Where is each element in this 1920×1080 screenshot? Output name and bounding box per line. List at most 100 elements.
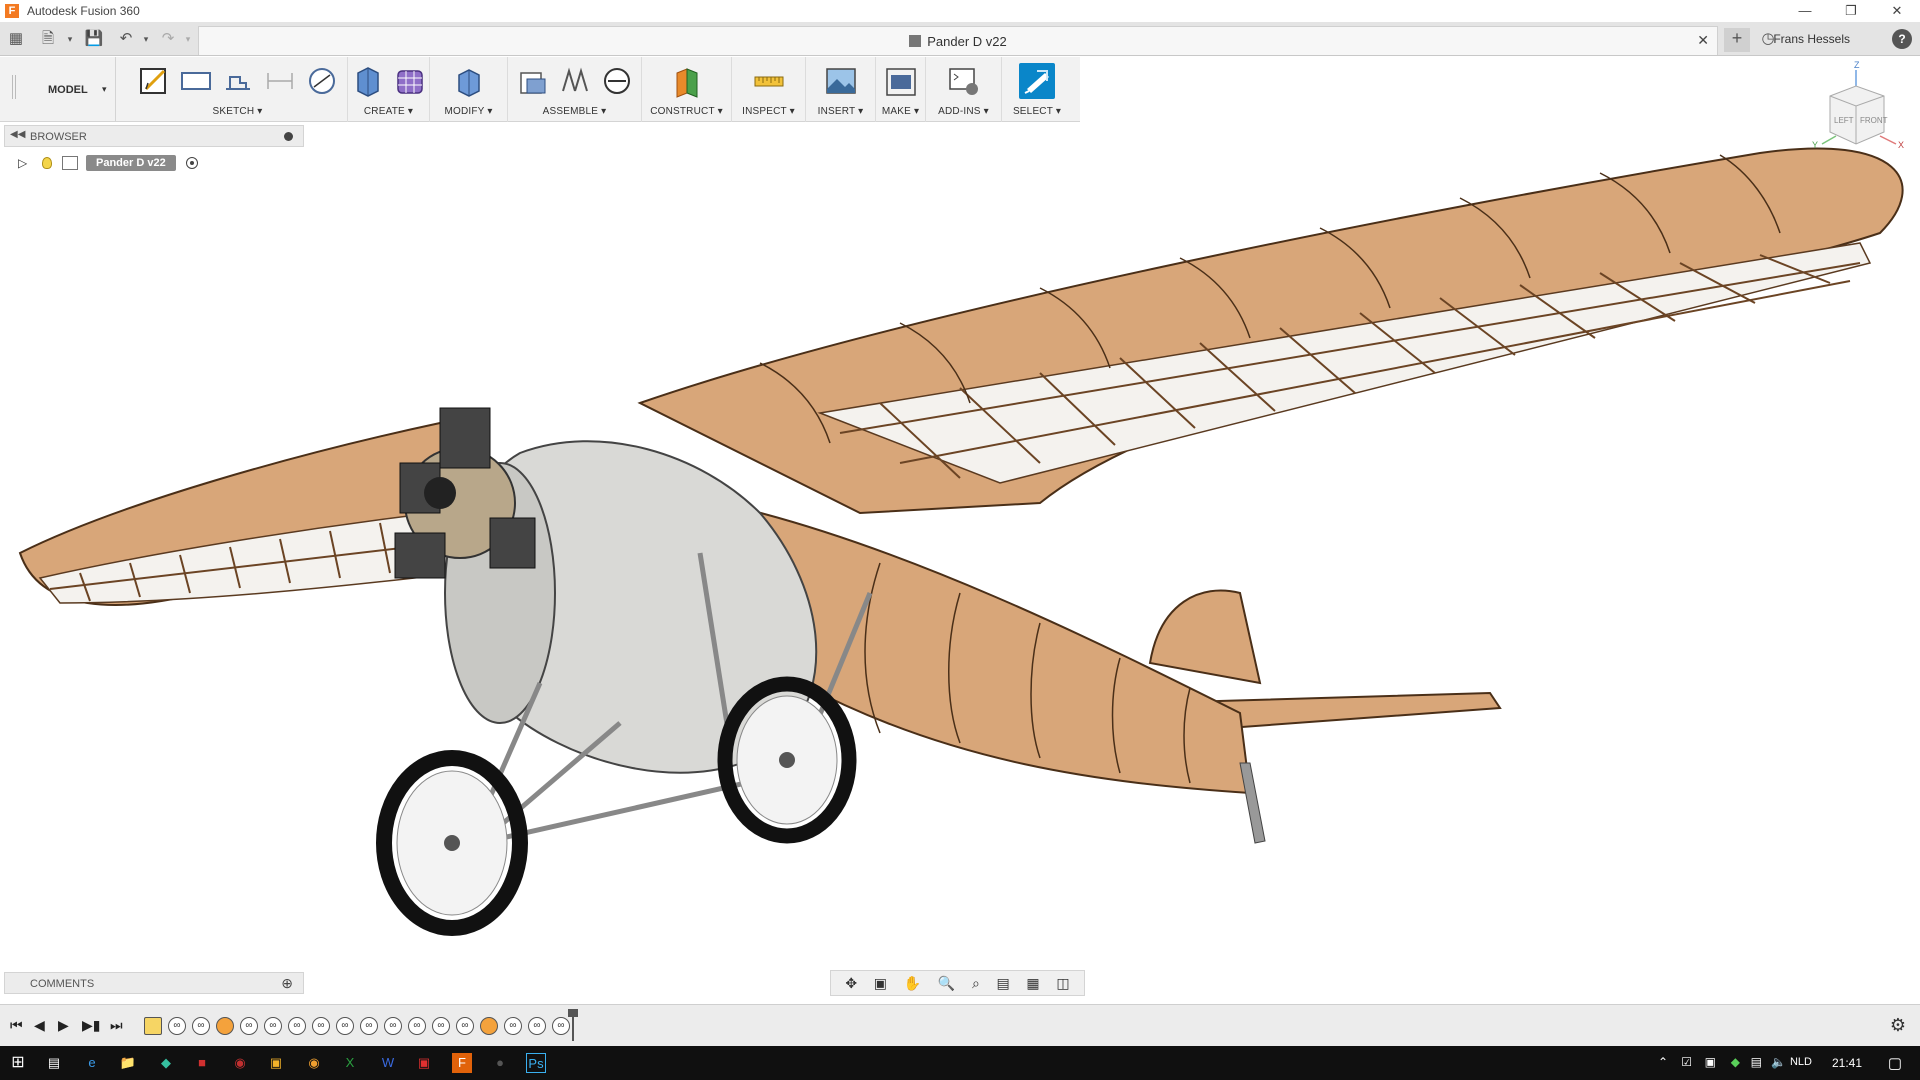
- expand-triangle-icon[interactable]: ▷: [18, 156, 32, 170]
- new-component-icon[interactable]: [515, 63, 551, 99]
- timeline-marker[interactable]: [568, 1009, 578, 1041]
- timeline-feature-icon[interactable]: ∞: [528, 1017, 546, 1035]
- help-icon[interactable]: ?: [1892, 29, 1912, 49]
- joint-icon[interactable]: [557, 63, 593, 99]
- restore-button[interactable]: ❐: [1828, 0, 1874, 22]
- timeline-feature-icon[interactable]: ∞: [168, 1017, 186, 1035]
- viewports-icon[interactable]: ◫: [1056, 975, 1069, 992]
- timeline-joint-icon[interactable]: [216, 1017, 234, 1035]
- 3d-print-icon[interactable]: [883, 63, 919, 99]
- construct-menu-label[interactable]: CONSTRUCT: [650, 106, 714, 117]
- app-icon-media[interactable]: ◉: [230, 1053, 250, 1073]
- tray-app-icon-2[interactable]: ▣: [1705, 1055, 1716, 1069]
- browser-panel-header[interactable]: ◀◀ BROWSER: [4, 125, 304, 147]
- timeline-feature-icon[interactable]: ∞: [552, 1017, 570, 1035]
- edge-browser-icon[interactable]: e: [82, 1053, 102, 1073]
- sketch-menu-label[interactable]: SKETCH: [213, 106, 255, 117]
- file-dropdown-icon[interactable]: ▾: [60, 29, 80, 49]
- insert-image-icon[interactable]: [823, 63, 859, 99]
- press-pull-icon[interactable]: [451, 63, 487, 99]
- document-tab[interactable]: Pander D v22 ✕: [198, 26, 1718, 55]
- browser-pin-icon[interactable]: [284, 132, 293, 141]
- timeline-feature-icon[interactable]: ∞: [336, 1017, 354, 1035]
- timeline-play-icon[interactable]: ▶: [58, 1017, 69, 1034]
- pan-hand-icon[interactable]: ✋: [904, 975, 921, 992]
- assemble-menu-label[interactable]: ASSEMBLE: [543, 106, 599, 117]
- create-sketch-icon[interactable]: [136, 63, 172, 99]
- offset-plane-icon[interactable]: [669, 63, 705, 99]
- make-menu-label[interactable]: MAKE: [882, 106, 911, 117]
- look-at-icon[interactable]: ▣: [874, 975, 887, 992]
- timeline-joint-icon[interactable]: [480, 1017, 498, 1035]
- model-canvas[interactable]: [0, 123, 1920, 968]
- word-icon[interactable]: W: [378, 1053, 398, 1073]
- circle-icon[interactable]: [304, 63, 340, 99]
- fit-zoom-icon[interactable]: ⌕: [972, 975, 980, 992]
- timeline-sketch-icon[interactable]: [144, 1017, 162, 1035]
- app-icon-yellow[interactable]: ▣: [266, 1053, 286, 1073]
- timeline-end-icon[interactable]: ⏭: [110, 1017, 123, 1034]
- timeline-start-icon[interactable]: ⏮: [10, 1017, 23, 1034]
- grid-settings-icon[interactable]: ▦: [1026, 975, 1039, 992]
- close-window-button[interactable]: ✕: [1874, 0, 1920, 22]
- collapse-browser-icon[interactable]: ◀◀: [10, 129, 25, 140]
- app-icon-dark[interactable]: ●: [490, 1053, 510, 1073]
- display-settings-icon[interactable]: ▤: [996, 975, 1009, 992]
- timeline-feature-icon[interactable]: ∞: [288, 1017, 306, 1035]
- scripts-addins-icon[interactable]: [946, 63, 982, 99]
- insert-menu-label[interactable]: INSERT: [818, 106, 856, 117]
- view-cube[interactable]: Z Y X LEFT FRONT: [1800, 60, 1912, 154]
- undo-icon[interactable]: ↶: [116, 29, 136, 49]
- timeline-feature-icon[interactable]: ∞: [264, 1017, 282, 1035]
- stop-sketch-icon[interactable]: [220, 63, 256, 99]
- extrude-icon[interactable]: [350, 63, 386, 99]
- new-tab-plus-icon[interactable]: +: [1724, 28, 1750, 52]
- root-component-label[interactable]: Pander D v22: [86, 155, 176, 171]
- minimize-button[interactable]: —: [1782, 0, 1828, 22]
- excel-icon[interactable]: X: [340, 1053, 360, 1073]
- browser-root-node[interactable]: ▷ Pander D v22: [18, 154, 198, 172]
- volume-icon[interactable]: 🔈: [1771, 1055, 1786, 1069]
- file-explorer-icon[interactable]: 📁: [118, 1053, 138, 1073]
- measure-icon[interactable]: [751, 63, 787, 99]
- redo-icon[interactable]: ↷: [158, 29, 178, 49]
- data-panel-grid-icon[interactable]: ▦: [6, 29, 26, 49]
- modify-menu-label[interactable]: MODIFY: [444, 106, 484, 117]
- network-icon[interactable]: ▤: [1751, 1055, 1762, 1069]
- form-icon[interactable]: [392, 63, 428, 99]
- timeline-feature-icon[interactable]: ∞: [312, 1017, 330, 1035]
- timeline-feature-icon[interactable]: ∞: [360, 1017, 378, 1035]
- viewcube-left-face[interactable]: LEFT: [1834, 116, 1854, 125]
- task-view-icon[interactable]: ▤: [44, 1053, 64, 1073]
- select-tool-icon[interactable]: [1019, 63, 1055, 99]
- action-center-icon[interactable]: ▢: [1888, 1054, 1902, 1072]
- sketch-dimension-icon[interactable]: [262, 63, 298, 99]
- inspect-menu-label[interactable]: INSPECT: [742, 106, 787, 117]
- tray-expand-icon[interactable]: ⌃: [1658, 1055, 1668, 1069]
- add-comment-icon[interactable]: ⊕: [281, 975, 293, 992]
- timeline-feature-icon[interactable]: ∞: [240, 1017, 258, 1035]
- create-menu-label[interactable]: CREATE: [364, 106, 405, 117]
- comments-panel[interactable]: COMMENTS ⊕: [4, 972, 304, 994]
- user-account-name[interactable]: Frans Hessels: [1773, 32, 1850, 46]
- visibility-bulb-icon[interactable]: [42, 157, 52, 169]
- timeline-feature-icon[interactable]: ∞: [504, 1017, 522, 1035]
- timeline-feature-icon[interactable]: ∞: [192, 1017, 210, 1035]
- tray-app-icon-3[interactable]: ◆: [1731, 1055, 1740, 1069]
- select-menu-label[interactable]: SELECT: [1013, 106, 1053, 117]
- close-tab-icon[interactable]: ✕: [1697, 32, 1709, 49]
- input-language-indicator[interactable]: NLD: [1790, 1056, 1812, 1068]
- rectangle-icon[interactable]: [178, 63, 214, 99]
- photoshop-icon[interactable]: Ps: [526, 1053, 546, 1073]
- activate-component-icon[interactable]: [185, 157, 198, 169]
- timeline-feature-icon[interactable]: ∞: [432, 1017, 450, 1035]
- app-icon-red[interactable]: ■: [192, 1053, 212, 1073]
- zoom-icon[interactable]: 🔍: [938, 975, 955, 992]
- file-menu-icon[interactable]: 🗎: [38, 29, 58, 49]
- chrome-browser-icon[interactable]: ◉: [304, 1053, 324, 1073]
- taskbar-clock[interactable]: 21:41: [1832, 1056, 1862, 1070]
- viewcube-front-face[interactable]: FRONT: [1860, 116, 1888, 125]
- timeline-feature-icon[interactable]: ∞: [408, 1017, 426, 1035]
- timeline-forward-icon[interactable]: ▶▮: [82, 1017, 100, 1034]
- timeline-back-icon[interactable]: ◀: [34, 1017, 45, 1034]
